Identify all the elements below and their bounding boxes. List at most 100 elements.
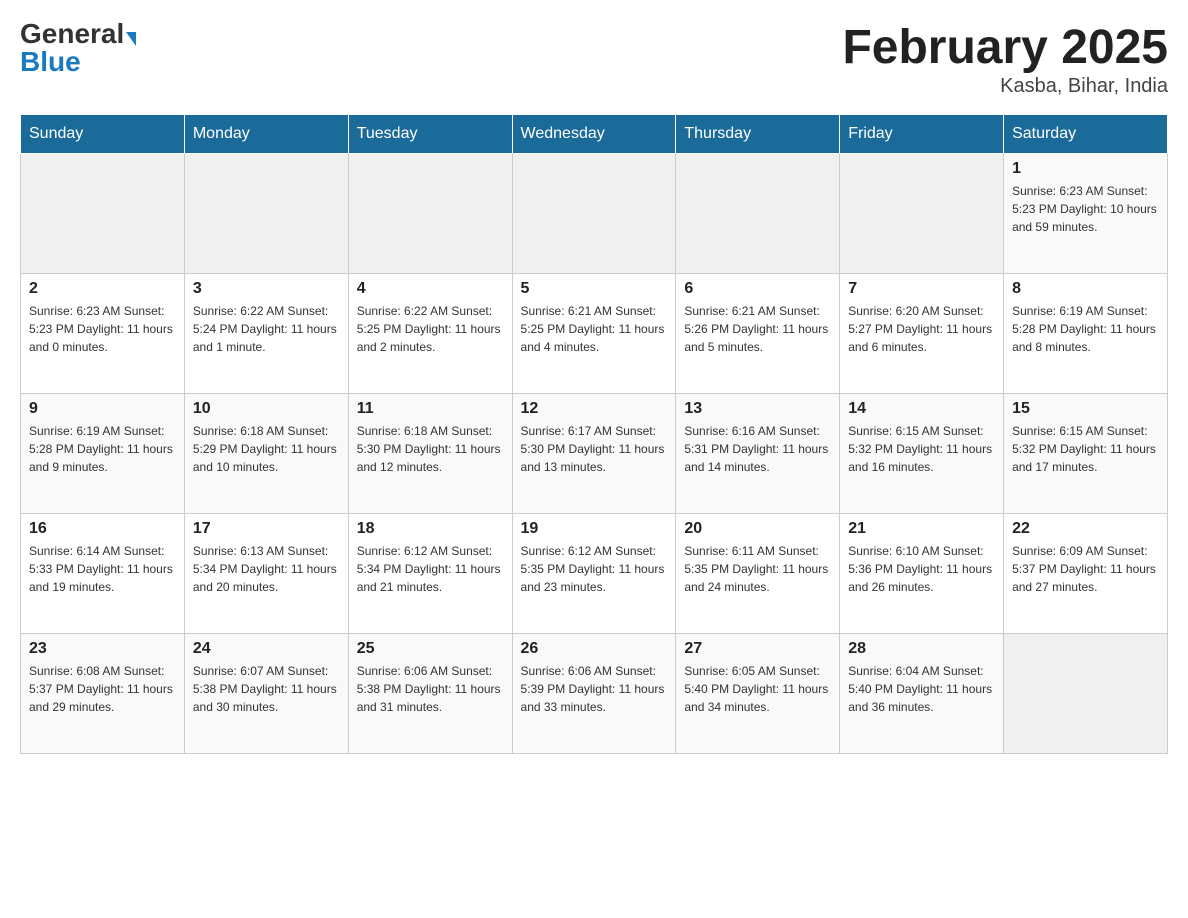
day-info: Sunrise: 6:15 AM Sunset: 5:32 PM Dayligh…: [848, 422, 995, 476]
calendar-cell: 16 Sunrise: 6:14 AM Sunset: 5:33 PM Dayli…: [21, 514, 185, 634]
day-number: 20: [684, 520, 831, 538]
calendar-cell: 18 Sunrise: 6:12 AM Sunset: 5:34 PM Dayli…: [348, 514, 512, 634]
calendar-cell: 20 Sunrise: 6:11 AM Sunset: 5:35 PM Dayli…: [676, 514, 840, 634]
day-number: 16: [29, 520, 176, 538]
header-monday: Monday: [184, 115, 348, 154]
day-number: 27: [684, 640, 831, 658]
calendar-cell: 12 Sunrise: 6:17 AM Sunset: 5:30 PM Dayli…: [512, 394, 676, 514]
day-info: Sunrise: 6:09 AM Sunset: 5:37 PM Dayligh…: [1012, 542, 1159, 596]
calendar-cell: 2Sunrise: 6:23 AM Sunset: 5:23 PM Daylig…: [21, 274, 185, 394]
day-number: 28: [848, 640, 995, 658]
calendar-cell: 10 Sunrise: 6:18 AM Sunset: 5:29 PM Dayli…: [184, 394, 348, 514]
calendar-cell: 15 Sunrise: 6:15 AM Sunset: 5:32 PM Dayli…: [1004, 394, 1168, 514]
header-row: SundayMondayTuesdayWednesdayThursdayFrid…: [21, 115, 1168, 154]
calendar-cell: 7 Sunrise: 6:20 AM Sunset: 5:27 PM Daylig…: [840, 274, 1004, 394]
logo-text: General: [20, 20, 136, 48]
day-info: Sunrise: 6:10 AM Sunset: 5:36 PM Dayligh…: [848, 542, 995, 596]
day-number: 25: [357, 640, 504, 658]
calendar-table: SundayMondayTuesdayWednesdayThursdayFrid…: [20, 114, 1168, 754]
week-row-1: 1 Sunrise: 6:23 AM Sunset: 5:23 PM Daylig…: [21, 154, 1168, 274]
day-number: 8: [1012, 280, 1159, 298]
day-number: 18: [357, 520, 504, 538]
day-info: Sunrise: 6:23 AM Sunset: 5:23 PM Dayligh…: [1012, 182, 1159, 236]
week-row-4: 16 Sunrise: 6:14 AM Sunset: 5:33 PM Dayli…: [21, 514, 1168, 634]
day-info: Sunrise: 6:12 AM Sunset: 5:35 PM Dayligh…: [521, 542, 668, 596]
header-wednesday: Wednesday: [512, 115, 676, 154]
day-info: Sunrise: 6:22 AM Sunset: 5:25 PM Dayligh…: [357, 302, 504, 356]
day-number: 1: [1012, 160, 1159, 178]
day-number: 14: [848, 400, 995, 418]
day-number: 15: [1012, 400, 1159, 418]
logo-blue: Blue: [20, 48, 81, 76]
calendar-cell: 5Sunrise: 6:21 AM Sunset: 5:25 PM Daylig…: [512, 274, 676, 394]
logo-general: General: [20, 18, 124, 49]
calendar-cell: 17 Sunrise: 6:13 AM Sunset: 5:34 PM Dayli…: [184, 514, 348, 634]
calendar-cell: [676, 154, 840, 274]
header-tuesday: Tuesday: [348, 115, 512, 154]
calendar-cell: 19 Sunrise: 6:12 AM Sunset: 5:35 PM Dayli…: [512, 514, 676, 634]
day-info: Sunrise: 6:18 AM Sunset: 5:29 PM Dayligh…: [193, 422, 340, 476]
day-info: Sunrise: 6:06 AM Sunset: 5:39 PM Dayligh…: [521, 662, 668, 716]
calendar-cell: 24 Sunrise: 6:07 AM Sunset: 5:38 PM Dayli…: [184, 634, 348, 754]
location: Kasba, Bihar, India: [842, 75, 1168, 98]
day-number: 23: [29, 640, 176, 658]
day-info: Sunrise: 6:14 AM Sunset: 5:33 PM Dayligh…: [29, 542, 176, 596]
header-friday: Friday: [840, 115, 1004, 154]
logo-arrow-icon: [126, 32, 136, 46]
day-number: 24: [193, 640, 340, 658]
calendar-cell: [348, 154, 512, 274]
day-info: Sunrise: 6:12 AM Sunset: 5:34 PM Dayligh…: [357, 542, 504, 596]
day-info: Sunrise: 6:07 AM Sunset: 5:38 PM Dayligh…: [193, 662, 340, 716]
calendar-cell: [184, 154, 348, 274]
calendar-cell: 26 Sunrise: 6:06 AM Sunset: 5:39 PM Dayli…: [512, 634, 676, 754]
day-number: 2: [29, 280, 176, 298]
calendar-cell: 11 Sunrise: 6:18 AM Sunset: 5:30 PM Dayli…: [348, 394, 512, 514]
day-info: Sunrise: 6:11 AM Sunset: 5:35 PM Dayligh…: [684, 542, 831, 596]
calendar-cell: 14 Sunrise: 6:15 AM Sunset: 5:32 PM Dayli…: [840, 394, 1004, 514]
day-info: Sunrise: 6:15 AM Sunset: 5:32 PM Dayligh…: [1012, 422, 1159, 476]
day-number: 17: [193, 520, 340, 538]
day-info: Sunrise: 6:22 AM Sunset: 5:24 PM Dayligh…: [193, 302, 340, 356]
day-info: Sunrise: 6:20 AM Sunset: 5:27 PM Dayligh…: [848, 302, 995, 356]
title-section: February 2025 Kasba, Bihar, India: [842, 20, 1168, 98]
day-info: Sunrise: 6:21 AM Sunset: 5:25 PM Dayligh…: [521, 302, 668, 356]
day-number: 22: [1012, 520, 1159, 538]
day-number: 7: [848, 280, 995, 298]
calendar-cell: 27 Sunrise: 6:05 AM Sunset: 5:40 PM Dayli…: [676, 634, 840, 754]
day-info: Sunrise: 6:08 AM Sunset: 5:37 PM Dayligh…: [29, 662, 176, 716]
day-info: Sunrise: 6:06 AM Sunset: 5:38 PM Dayligh…: [357, 662, 504, 716]
day-info: Sunrise: 6:19 AM Sunset: 5:28 PM Dayligh…: [29, 422, 176, 476]
header-saturday: Saturday: [1004, 115, 1168, 154]
day-info: Sunrise: 6:04 AM Sunset: 5:40 PM Dayligh…: [848, 662, 995, 716]
day-number: 21: [848, 520, 995, 538]
day-number: 12: [521, 400, 668, 418]
day-number: 6: [684, 280, 831, 298]
day-number: 4: [357, 280, 504, 298]
calendar-cell: 23 Sunrise: 6:08 AM Sunset: 5:37 PM Dayli…: [21, 634, 185, 754]
calendar-cell: [512, 154, 676, 274]
calendar-cell: [840, 154, 1004, 274]
calendar-cell: [21, 154, 185, 274]
day-number: 11: [357, 400, 504, 418]
day-number: 19: [521, 520, 668, 538]
day-info: Sunrise: 6:18 AM Sunset: 5:30 PM Dayligh…: [357, 422, 504, 476]
logo: General Blue: [20, 20, 136, 76]
day-info: Sunrise: 6:13 AM Sunset: 5:34 PM Dayligh…: [193, 542, 340, 596]
calendar-cell: 13Sunrise: 6:16 AM Sunset: 5:31 PM Dayli…: [676, 394, 840, 514]
day-number: 10: [193, 400, 340, 418]
week-row-5: 23 Sunrise: 6:08 AM Sunset: 5:37 PM Dayli…: [21, 634, 1168, 754]
day-info: Sunrise: 6:19 AM Sunset: 5:28 PM Dayligh…: [1012, 302, 1159, 356]
calendar-cell: 22 Sunrise: 6:09 AM Sunset: 5:37 PM Dayli…: [1004, 514, 1168, 634]
day-number: 3: [193, 280, 340, 298]
week-row-2: 2Sunrise: 6:23 AM Sunset: 5:23 PM Daylig…: [21, 274, 1168, 394]
calendar-cell: 4 Sunrise: 6:22 AM Sunset: 5:25 PM Daylig…: [348, 274, 512, 394]
day-info: Sunrise: 6:17 AM Sunset: 5:30 PM Dayligh…: [521, 422, 668, 476]
day-info: Sunrise: 6:05 AM Sunset: 5:40 PM Dayligh…: [684, 662, 831, 716]
day-number: 26: [521, 640, 668, 658]
calendar-cell: 8 Sunrise: 6:19 AM Sunset: 5:28 PM Daylig…: [1004, 274, 1168, 394]
week-row-3: 9Sunrise: 6:19 AM Sunset: 5:28 PM Daylig…: [21, 394, 1168, 514]
day-number: 13: [684, 400, 831, 418]
month-title: February 2025: [842, 20, 1168, 75]
calendar-cell: 25 Sunrise: 6:06 AM Sunset: 5:38 PM Dayli…: [348, 634, 512, 754]
header-thursday: Thursday: [676, 115, 840, 154]
